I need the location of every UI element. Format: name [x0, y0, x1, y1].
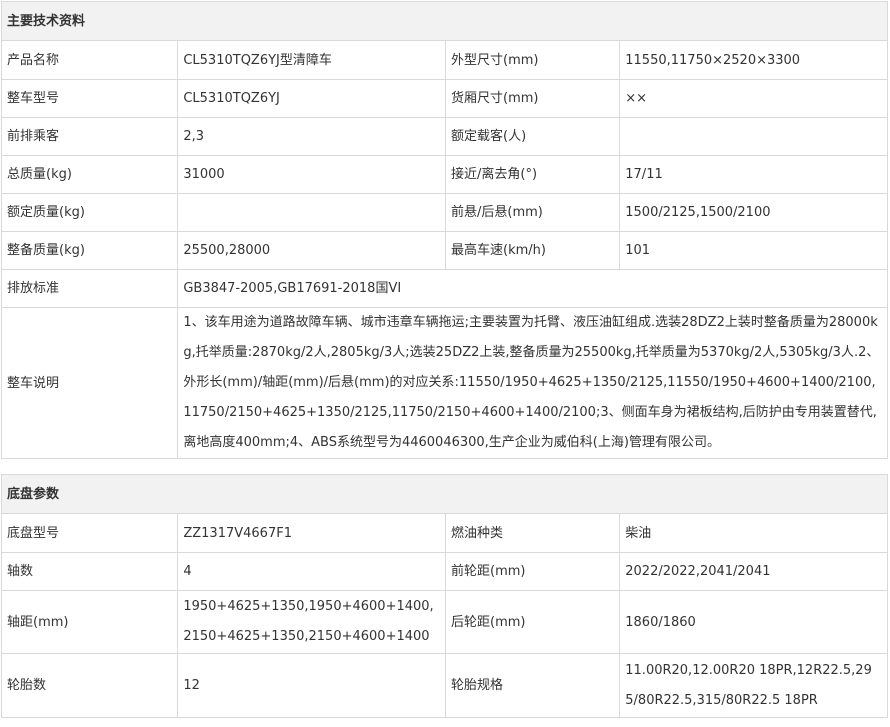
emission-value: GB3847-2005,GB17691-2018国VI	[177, 269, 888, 308]
row-label: 底盘型号	[0, 513, 179, 553]
row-value: ZZ1317V4667F1	[177, 513, 447, 553]
row-label: 轴数	[0, 552, 179, 591]
row-value: 4	[177, 552, 447, 591]
description-value: 1、该车用途为道路故障车辆、城市违章车辆拖运;主要装置为托臂、液压油缸组成.选装…	[177, 307, 888, 459]
table-row: 额定质量(kg) 前悬/后悬(mm) 1500/2125,1500/2100	[0, 193, 888, 232]
row-label: 前排乘客	[0, 117, 179, 156]
row-value: 31000	[177, 155, 447, 194]
row-label: 额定质量(kg)	[0, 193, 179, 232]
row-label: 轮胎数	[0, 653, 179, 718]
row-value: 11.00R20,12.00R20 18PR,12R22.5,295/80R22…	[619, 653, 888, 718]
row-label: 总质量(kg)	[0, 155, 179, 194]
table-row: 轴距(mm) 1950+4625+1350,1950+4600+1400,215…	[0, 590, 888, 654]
row-label: 额定载客(人)	[445, 117, 621, 156]
row-label: 燃油种类	[445, 513, 621, 553]
table-row: 整备质量(kg) 25500,28000 最高车速(km/h) 101	[0, 231, 888, 270]
row-label: 整车型号	[0, 79, 179, 118]
table-row: 产品名称 CL5310TQZ6YJ型清障车 外型尺寸(mm) 11550,117…	[0, 40, 888, 80]
row-value: 1500/2125,1500/2100	[619, 193, 888, 232]
row-label: 最高车速(km/h)	[445, 231, 621, 270]
table-row: 总质量(kg) 31000 接近/离去角(°) 17/11	[0, 155, 888, 194]
table-row: 轴数 4 前轮距(mm) 2022/2022,2041/2041	[0, 552, 888, 591]
row-value: 2,3	[177, 117, 447, 156]
table-row: 前排乘客 2,3 额定载客(人)	[0, 117, 888, 156]
row-value: 1860/1860	[619, 590, 888, 654]
row-label: 产品名称	[0, 40, 179, 80]
row-value: 11550,11750×2520×3300	[619, 40, 888, 80]
table-row: 整车型号 CL5310TQZ6YJ 货厢尺寸(mm) ××	[0, 79, 888, 118]
row-label: 后轮距(mm)	[445, 590, 621, 654]
section-title: 底盘参数	[1, 474, 888, 514]
row-label: 整备质量(kg)	[0, 231, 179, 270]
row-value: 101	[619, 231, 888, 270]
row-value: 1950+4625+1350,1950+4600+1400,2150+4625+…	[177, 590, 447, 654]
section-title: 主要技术资料	[1, 1, 888, 41]
main-spec-table: 主要技术资料 产品名称 CL5310TQZ6YJ型清障车 外型尺寸(mm) 11…	[0, 1, 888, 459]
row-label: 前悬/后悬(mm)	[445, 193, 621, 232]
table-row: 底盘型号 ZZ1317V4667F1 燃油种类 柴油	[0, 513, 888, 553]
row-value	[619, 117, 888, 156]
row-value: 柴油	[619, 513, 888, 553]
row-label: 外型尺寸(mm)	[445, 40, 621, 80]
row-label: 轮胎规格	[445, 653, 621, 718]
row-value: 2022/2022,2041/2041	[619, 552, 888, 591]
row-label: 接近/离去角(°)	[445, 155, 621, 194]
row-value: 12	[177, 653, 447, 718]
description-label: 整车说明	[0, 307, 179, 459]
row-label: 前轮距(mm)	[445, 552, 621, 591]
row-label: 货厢尺寸(mm)	[445, 79, 621, 118]
row-value: CL5310TQZ6YJ	[177, 79, 447, 118]
row-value: CL5310TQZ6YJ型清障车	[177, 40, 447, 80]
emission-label: 排放标准	[0, 269, 179, 308]
row-value: ××	[619, 79, 888, 118]
chassis-spec-table: 底盘参数 底盘型号 ZZ1317V4667F1 燃油种类 柴油 轴数 4 前轮距…	[0, 474, 888, 718]
row-value: 25500,28000	[177, 231, 447, 270]
table-row: 轮胎数 12 轮胎规格 11.00R20,12.00R20 18PR,12R22…	[0, 653, 888, 718]
table-row: 整车说明 1、该车用途为道路故障车辆、城市违章车辆拖运;主要装置为托臂、液压油缸…	[0, 307, 888, 459]
table-row: 排放标准 GB3847-2005,GB17691-2018国VI	[0, 269, 888, 308]
row-value	[177, 193, 447, 232]
row-label: 轴距(mm)	[0, 590, 179, 654]
row-value: 17/11	[619, 155, 888, 194]
